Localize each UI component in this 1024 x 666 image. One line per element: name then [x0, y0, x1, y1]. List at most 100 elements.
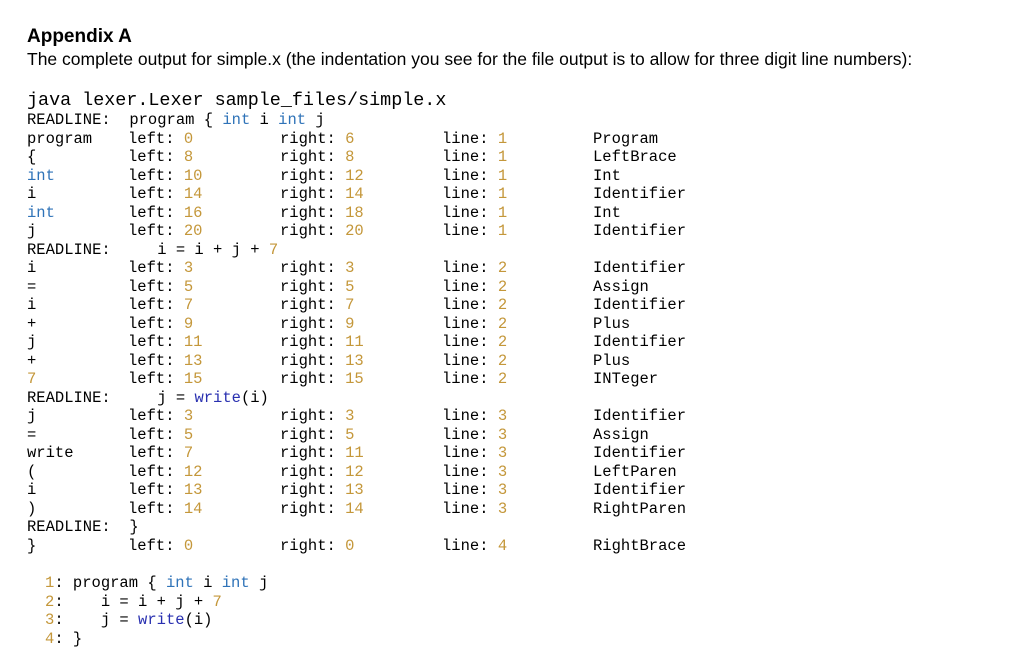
line-separator: : — [54, 611, 73, 629]
line-value: 1 — [497, 148, 508, 166]
line-label: line: — [442, 222, 498, 240]
line-label: line: — [442, 259, 498, 277]
token-type: INTeger — [593, 370, 659, 388]
token-left: left: 10 — [128, 167, 202, 186]
token-type: Program — [593, 129, 659, 148]
left-label: left: — [128, 222, 184, 240]
token-line: line: 1 — [442, 130, 507, 149]
code-segment: j — [249, 574, 269, 592]
right-value: 8 — [345, 148, 355, 166]
readline-pad — [27, 518, 111, 536]
token-type: RightBrace — [593, 536, 687, 555]
right-value: 12 — [345, 462, 364, 481]
token-left: left: 9 — [128, 315, 193, 334]
token-right: right: 13 — [280, 352, 364, 371]
token-lexeme: i — [27, 259, 37, 277]
token-lexeme: 7 — [27, 370, 37, 388]
right-label: right: — [280, 462, 346, 481]
token-line: line: 4 — [442, 537, 507, 556]
line-number: 3 — [45, 611, 55, 629]
token-line: line: 3 — [442, 444, 507, 463]
token-lexeme: j — [27, 333, 37, 351]
right-value: 15 — [345, 370, 364, 388]
right-label: right: — [280, 185, 346, 203]
token-line: line: 3 — [442, 500, 507, 519]
token-line: line: 2 — [442, 315, 507, 334]
token-right: right: 7 — [280, 296, 354, 315]
right-value: 3 — [345, 407, 355, 425]
token-lexeme: program — [27, 129, 93, 148]
right-value: 13 — [345, 351, 364, 370]
token-type: RightParen — [593, 499, 687, 518]
token-line: line: 3 — [442, 481, 507, 500]
code-segment: (i) — [240, 388, 269, 407]
token-type: LeftParen — [593, 462, 677, 481]
token-lexeme: i — [27, 481, 37, 499]
left-value: 0 — [183, 536, 194, 555]
token-left: left: 15 — [128, 370, 202, 389]
token-right: right: 14 — [280, 500, 364, 519]
code-segment: program { — [110, 111, 223, 129]
token-right: right: 12 — [280, 167, 364, 186]
line-label: line: — [442, 129, 498, 148]
line-label: line: — [442, 481, 498, 499]
line-label: line: — [442, 166, 498, 185]
right-label: right: — [280, 481, 346, 499]
right-value: 7 — [345, 296, 355, 314]
token-line: line: 2 — [442, 352, 507, 371]
left-label: left: — [128, 259, 184, 277]
code-segment: int — [165, 574, 194, 592]
token-right: right: 14 — [280, 185, 364, 204]
code-segment: (i) — [184, 611, 213, 629]
right-value: 18 — [345, 203, 364, 222]
token-type: Identifier — [593, 444, 687, 462]
right-label: right: — [280, 370, 346, 388]
line-separator: : — [54, 574, 73, 592]
right-label: right: — [280, 166, 346, 185]
right-label: right: — [280, 148, 346, 166]
code-segment: j = — [72, 611, 139, 629]
right-label: right: — [280, 444, 346, 462]
token-lexeme: ) — [27, 499, 37, 518]
right-label: right: — [280, 314, 346, 333]
left-label: left: — [128, 203, 184, 222]
token-left: left: 7 — [128, 444, 193, 463]
code-segment: j = — [110, 388, 195, 407]
line-label: line: — [442, 351, 498, 370]
token-left: left: 3 — [128, 407, 193, 426]
right-value: 3 — [345, 259, 355, 277]
code-segment: int — [278, 111, 307, 129]
token-line: line: 1 — [442, 148, 507, 167]
readline-content: i = i + j + 7 — [27, 241, 278, 260]
left-label: left: — [128, 444, 184, 462]
right-label: right: — [280, 351, 346, 370]
left-value: 14 — [183, 185, 203, 203]
token-lexeme: + — [27, 351, 37, 370]
token-right: right: 12 — [280, 463, 364, 482]
token-type: Assign — [593, 277, 649, 296]
line-number: 1 — [45, 574, 55, 592]
token-lexeme: i — [27, 296, 37, 314]
line-label: line: — [442, 314, 498, 333]
token-type: Assign — [593, 425, 649, 444]
left-label: left: — [128, 370, 184, 388]
right-value: 11 — [345, 444, 364, 462]
token-right: right: 13 — [280, 481, 364, 500]
token-line: line: 2 — [442, 278, 507, 297]
token-lexeme: int — [27, 166, 55, 185]
left-value: 3 — [183, 259, 194, 277]
readline-content: } — [27, 518, 138, 537]
right-value: 11 — [345, 333, 364, 351]
line-value: 1 — [497, 129, 508, 148]
left-label: left: — [128, 425, 184, 444]
appendix-heading: Appendix A — [27, 26, 132, 47]
right-label: right: — [280, 259, 346, 277]
token-left: left: 0 — [128, 537, 193, 556]
token-left: left: 11 — [128, 333, 202, 352]
right-value: 13 — [345, 481, 364, 499]
token-left: left: 8 — [128, 148, 193, 167]
token-type: Int — [593, 166, 621, 185]
token-left: left: 14 — [128, 500, 202, 519]
line-label: line: — [442, 499, 498, 518]
right-label: right: — [280, 499, 346, 518]
